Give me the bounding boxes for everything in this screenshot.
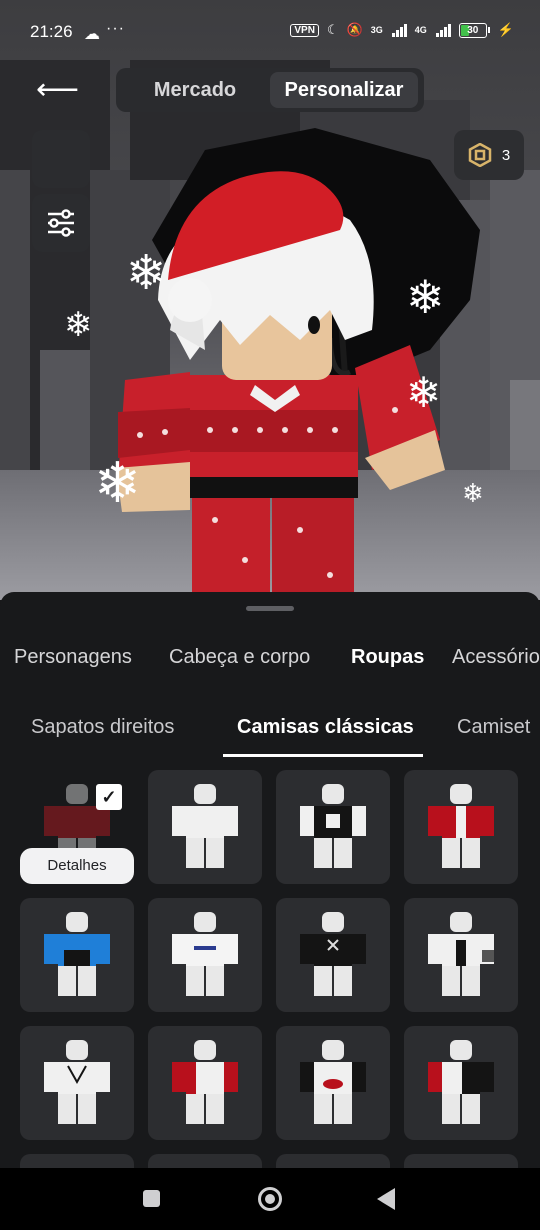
arrow-left-icon[interactable]: ⟵ [36,70,79,110]
tab-sapatos-direitos[interactable]: Sapatos direitos [31,716,174,739]
tab-mercado[interactable]: Mercado [122,72,268,108]
signal-icon [435,23,451,37]
snowflake-icon: ❄ [94,451,141,514]
recents-icon[interactable] [143,1190,160,1207]
selected-tab-indicator [223,754,423,757]
customize-sheet: Personagens Cabeça e corpo Roupas Acessó… [0,592,540,1172]
shirt-thumbnail [44,912,110,996]
robux-count: 3 [501,146,511,164]
item-tile[interactable] [148,898,262,1012]
moon-icon: ☾ [326,22,339,37]
tab-cabeca-e-corpo[interactable]: Cabeça e corpo [169,646,310,669]
shirt-thumbnail [172,912,238,996]
system-nav-bar [0,1168,540,1230]
item-tile[interactable] [148,1026,262,1140]
item-tile[interactable] [276,898,390,1012]
back-triangle-icon[interactable] [377,1188,395,1210]
shirt-thumbnail [428,1040,494,1124]
snowflake-icon: ❄ [126,247,167,300]
signal-icon [391,23,407,37]
mode-segmented-control: Mercado Personalizar [116,68,424,112]
network-3g-label: 3G [370,25,383,35]
tab-personalizar[interactable]: Personalizar [270,72,418,108]
item-tile[interactable] [404,898,518,1012]
item-tile[interactable] [276,1026,390,1140]
robux-balance-button[interactable]: 3 [454,130,524,180]
snowflake-icon: ❄ [406,369,442,416]
item-tile[interactable] [20,898,134,1012]
shirt-thumbnail [172,784,238,868]
battery-icon: 30 [458,22,490,38]
shirt-thumbnail [428,784,494,868]
shirt-thumbnail [428,912,494,996]
scene-side-button[interactable] [32,130,90,188]
robux-icon [468,143,492,167]
tab-acessorios[interactable]: Acessório [452,646,540,669]
tab-personagens[interactable]: Personagens [14,646,132,669]
sliders-button[interactable] [32,194,90,252]
item-tile[interactable] [276,770,390,884]
sheet-drag-handle[interactable] [246,606,294,611]
snowflake-icon: ❄ [462,478,484,508]
vpn-badge: VPN [290,23,319,37]
sliders-icon [48,209,74,237]
tab-camisas-classicas[interactable]: Camisas clássicas [237,716,414,739]
status-time: 21:26 [30,22,73,41]
charging-icon: ⚡ [497,22,514,37]
shirt-thumbnail [300,784,366,868]
item-tile[interactable] [404,1026,518,1140]
shirt-thumbnail [300,1040,366,1124]
shirt-thumbnail [44,1040,110,1124]
snowflake-icon: ❄ [406,271,445,323]
shirt-thumbnail [300,912,366,996]
snowflake-icon: ❄ [64,306,93,344]
category-tabs: Personagens Cabeça e corpo Roupas Acessó… [0,646,540,686]
subcategory-tabs: Sapatos direitos Camisas clássicas Camis… [0,716,540,760]
checkmark-icon: ✓ [96,784,122,810]
tab-roupas[interactable]: Roupas [351,646,424,669]
status-more: ··· [106,20,125,37]
network-4g-label: 4G [414,25,427,35]
cloud-icon: ☁ [84,26,100,43]
item-tile[interactable] [20,1026,134,1140]
item-tile[interactable] [148,770,262,884]
mute-bell-icon: 🔕 [346,22,363,37]
tab-camisetas[interactable]: Camiset [457,716,530,739]
details-button[interactable]: Detalhes [20,848,134,884]
home-icon[interactable] [258,1187,282,1211]
shirt-thumbnail [172,1040,238,1124]
status-bar: 21:26 ☁ ··· VPN ☾ 🔕 3G 4G 30 ⚡ [0,0,540,62]
item-tile[interactable] [404,770,518,884]
